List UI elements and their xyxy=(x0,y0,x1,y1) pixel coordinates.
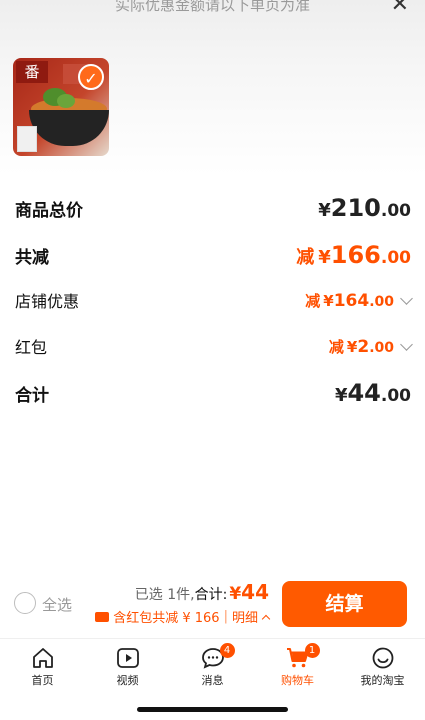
total-discount-label: 共减 xyxy=(15,247,49,268)
goods-total-value: ¥ 210 .00 xyxy=(318,194,411,222)
promo-text: 含红包共减 ¥ 166 xyxy=(113,611,220,626)
red-packet-row[interactable]: 红包 减 ¥ 2 .00 xyxy=(15,331,413,361)
cart-badge: 1 xyxy=(304,643,320,658)
yen-sign: ¥ xyxy=(334,385,348,406)
thumb-bowl xyxy=(29,110,109,146)
selected-summary: 已选 1件, 合计: ¥ 44 xyxy=(135,580,269,604)
discount-prefix: 减 xyxy=(296,247,315,268)
tab-label: 视频 xyxy=(116,674,139,687)
close-icon[interactable]: ✕ xyxy=(391,0,409,17)
tab-home[interactable]: 首页 xyxy=(0,639,85,696)
discount-note: 实际优惠金额请以下单页为准 xyxy=(114,0,310,14)
discount-prefix: 减 xyxy=(328,337,344,356)
goods-total-dec: .00 xyxy=(380,201,411,221)
thumb-package xyxy=(17,126,37,152)
messages-badge: 4 xyxy=(219,643,235,658)
separator: | xyxy=(223,609,228,624)
yen-sign: ¥ xyxy=(323,291,334,310)
video-icon xyxy=(116,648,139,668)
tab-profile[interactable]: 我的淘宝 xyxy=(340,639,425,696)
home-indicator[interactable] xyxy=(137,707,288,712)
yen-sign: ¥ xyxy=(318,200,331,221)
store-discount-row[interactable]: 店铺优惠 减 ¥ 164 .00 xyxy=(15,285,413,315)
promo-detail-toggle[interactable]: 含红包共减 ¥ 166 | 明细 xyxy=(95,607,271,626)
chevron-up-icon xyxy=(261,614,271,623)
selected-total-value: 44 xyxy=(241,580,269,604)
selected-total-yen: ¥ xyxy=(229,584,242,604)
total-value: ¥ 44 .00 xyxy=(335,379,411,407)
discount-prefix: 减 xyxy=(305,291,321,310)
total-label: 合计 xyxy=(15,385,49,406)
check-icon[interactable]: ✓ xyxy=(78,64,104,90)
goods-total-row: 商品总价 ¥ 210 .00 xyxy=(15,193,411,223)
thumb-greens-2 xyxy=(57,94,75,108)
selected-total-label: 合计: xyxy=(194,587,228,603)
total-discount-value: 减 ¥ 166 .00 xyxy=(296,241,411,269)
detail-label: 明细 xyxy=(231,611,258,626)
total-dec: .00 xyxy=(380,386,411,406)
tab-label: 购物车 xyxy=(281,674,314,687)
red-packet-label: 红包 xyxy=(15,338,48,357)
total-discount-row: 共减 减 ¥ 166 .00 xyxy=(15,240,411,270)
store-discount-label: 店铺优惠 xyxy=(15,292,80,311)
red-packet-value: 减 ¥ 2 .00 xyxy=(328,336,413,357)
chevron-down-icon[interactable] xyxy=(400,337,413,351)
yen-sign: ¥ xyxy=(346,337,358,356)
store-discount-int: 164 xyxy=(333,290,370,311)
store-discount-value: 减 ¥ 164 .00 xyxy=(305,290,413,311)
thumb-tag: 番 xyxy=(16,61,48,83)
total-int: 44 xyxy=(347,379,381,407)
yen-sign: ¥ xyxy=(318,247,331,268)
checkout-bar: 全选 已选 1件, 合计: ¥ 44 含红包共减 ¥ 166 | 明细 结算 xyxy=(0,570,425,638)
settle-button[interactable]: 结算 xyxy=(282,581,407,627)
ticket-icon xyxy=(95,611,110,622)
total-row: 合计 ¥ 44 .00 xyxy=(15,378,411,408)
total-discount-int: 166 xyxy=(330,241,381,269)
store-discount-dec: .00 xyxy=(369,293,394,310)
red-packet-dec: .00 xyxy=(369,339,394,356)
select-all-radio[interactable] xyxy=(14,592,36,614)
profile-icon xyxy=(372,647,393,669)
goods-total-label: 商品总价 xyxy=(15,200,83,221)
total-discount-dec: .00 xyxy=(380,248,411,268)
goods-total-int: 210 xyxy=(330,194,381,222)
home-icon xyxy=(32,648,53,668)
tab-cart[interactable]: 1 购物车 xyxy=(255,639,340,696)
tab-video[interactable]: 视频 xyxy=(85,639,170,696)
red-packet-int: 2 xyxy=(357,336,370,357)
select-all-label[interactable]: 全选 xyxy=(42,594,72,615)
tab-label: 首页 xyxy=(31,674,54,687)
tab-messages[interactable]: 4 消息 xyxy=(170,639,255,696)
bottom-tab-bar: 首页 视频 4 消息 1 购物车 我的淘宝 xyxy=(0,638,425,696)
selected-count: 已选 1件, xyxy=(134,587,195,603)
tab-label: 消息 xyxy=(201,674,224,687)
chevron-down-icon[interactable] xyxy=(400,291,413,305)
tab-label: 我的淘宝 xyxy=(360,674,405,687)
